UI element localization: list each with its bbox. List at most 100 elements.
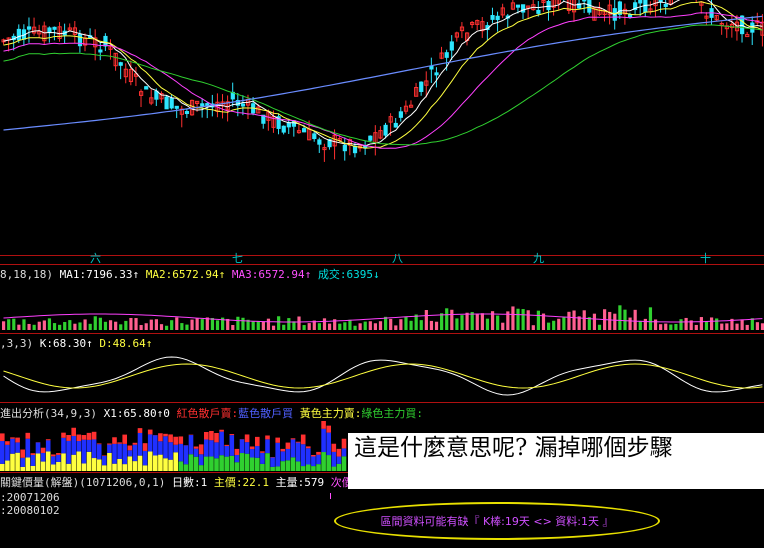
volume-bar [210,318,215,330]
volume-bar [287,318,291,330]
flow-bar-segment [265,453,270,471]
volume-bar [68,320,72,330]
volume-bar [684,317,688,330]
flow-bar-segment [183,464,189,471]
flow-bar-segment [311,456,316,467]
volume-bar [450,309,454,330]
flow-bar-segment [51,464,56,471]
flow-bar-segment [153,455,158,471]
flow-bar-segment [336,456,342,464]
volume-bar [648,307,653,330]
volume-bar [750,318,754,330]
flow-bar-segment [81,439,87,464]
flow-bar-segment [229,455,235,471]
flow-bar-segment [20,466,25,471]
volume-bar [58,324,62,330]
volume-bar [694,324,698,330]
flow-bar-segment [188,454,194,471]
flow-bar-segment [326,425,331,433]
flow-bar-segment [321,428,326,453]
candle-body [449,41,454,51]
flow-bar-segment [45,440,51,452]
volume-bar [725,323,729,330]
data-gap-notice-text: 區間資料可能有缺『 K棒:19天 <> 資料:1天 』 [380,515,614,528]
volume-bar [282,324,286,330]
flow-bar-segment [117,459,122,471]
ma40-line [3,24,763,146]
flow-bar-segment [132,442,138,445]
volume-bar [292,321,296,330]
flow-bar-segment [331,451,337,467]
volume-bar [674,323,678,330]
candle-body [638,0,643,4]
volume-bar [134,318,138,330]
volume-bar [572,310,576,330]
flow-bar-segment [321,421,326,429]
volume-bar [277,316,281,330]
candle-body [200,103,205,107]
kd-chart[interactable] [0,350,764,402]
flow-bar-segment [30,455,36,466]
volume-bar [124,320,128,330]
flow-bar-segment [300,434,306,445]
flow-bar-segment [198,454,204,466]
flow-bar-segment [40,461,46,471]
volume-bar [618,305,622,330]
volume-bar [419,320,423,330]
volume-bar [353,325,357,330]
volume-bar [445,308,449,330]
flow-bar-segment [306,448,311,465]
volume-bar [399,319,403,330]
kd-legend: ,3,3) K:68.30↑ D:48.64↑ [0,337,152,350]
volume-bar [465,312,469,330]
candle-body [383,124,388,136]
volume-bar [659,324,663,330]
flow-bar-segment [290,457,296,471]
flow-bar-segment [61,453,66,471]
volume-bar [22,319,26,330]
flow-bar-segment [112,463,117,471]
flow-bar-segment [178,436,184,444]
flow-bar-segment [209,430,214,441]
date-label: :20071206 [0,491,60,504]
volume-chart[interactable] [0,282,764,332]
flow-bar-segment [265,435,270,440]
volume-bar [679,319,683,330]
volume-bar [236,316,240,330]
volume-bar [154,319,158,330]
flow-bar-segment [76,434,82,442]
flow-bar-segment [173,452,178,471]
flow-bar-segment [10,437,15,439]
flow-bar-segment [249,449,255,458]
volume-bar [521,309,525,330]
candle-body [663,3,668,7]
flow-bar-segment [117,442,122,444]
flow-bar-segment [285,460,291,471]
volume-bar [190,319,194,330]
candle-body [515,4,521,8]
flow-bar-segment [168,434,173,443]
flow-bar-segment [142,465,148,471]
flow-bar-segment [76,451,82,471]
flow-bar-segment [229,434,235,436]
candlestick-chart[interactable] [0,0,764,255]
flow-bar-segment [86,432,92,440]
flow-bar-segment [76,441,82,452]
flow-bar-segment [311,466,316,471]
flow-bar-segment [137,428,143,433]
flow-bar-segment [280,461,286,471]
candle-body [286,122,291,128]
flow-bar-segment [275,437,280,443]
volume-turnover: 成交:6395↓ [317,268,380,281]
volume-bar [409,320,413,330]
flow-bar-segment [285,442,291,449]
candle-body [546,0,551,11]
flow-bar-segment [86,439,92,452]
flow-bar-segment [15,442,20,453]
candle-body [434,72,439,76]
volume-bar [501,322,505,330]
flow-bar-segment [15,437,20,443]
flow-bar-segment [285,448,291,461]
flow-bar-segment [260,451,265,453]
flow-bar-segment [122,434,127,444]
